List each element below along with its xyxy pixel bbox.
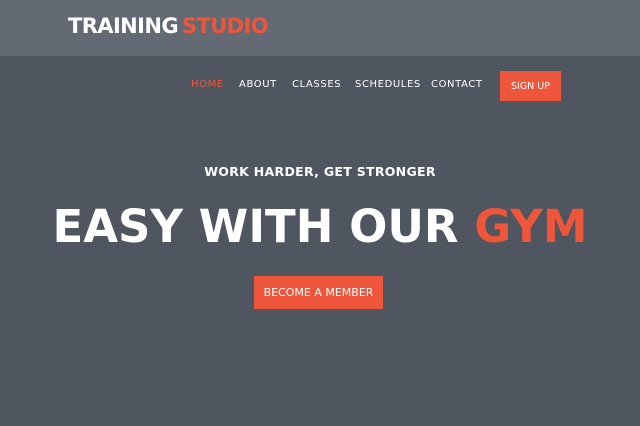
site-logo[interactable]: TRAINING STUDIO — [68, 14, 269, 38]
nav-about[interactable]: ABOUT — [239, 79, 277, 90]
headline-accent: GYM — [474, 200, 588, 253]
headline-main: EASY WITH OUR — [52, 200, 459, 253]
nav-schedules[interactable]: SCHEDULES — [355, 79, 421, 90]
nav-contact[interactable]: CONTACT — [431, 79, 483, 90]
sign-up-button[interactable]: SIGN UP — [500, 71, 561, 101]
logo-text-training: TRAINING — [68, 14, 179, 38]
hero-subtitle: WORK HARDER, GET STRONGER — [204, 164, 436, 179]
nav-home[interactable]: HOME — [191, 79, 224, 90]
nav-classes[interactable]: CLASSES — [292, 79, 341, 90]
hero-headline: EASY WITH OUR GYM — [0, 200, 640, 253]
become-member-button[interactable]: BECOME A MEMBER — [254, 276, 383, 309]
logo-text-studio: STUDIO — [181, 14, 269, 38]
